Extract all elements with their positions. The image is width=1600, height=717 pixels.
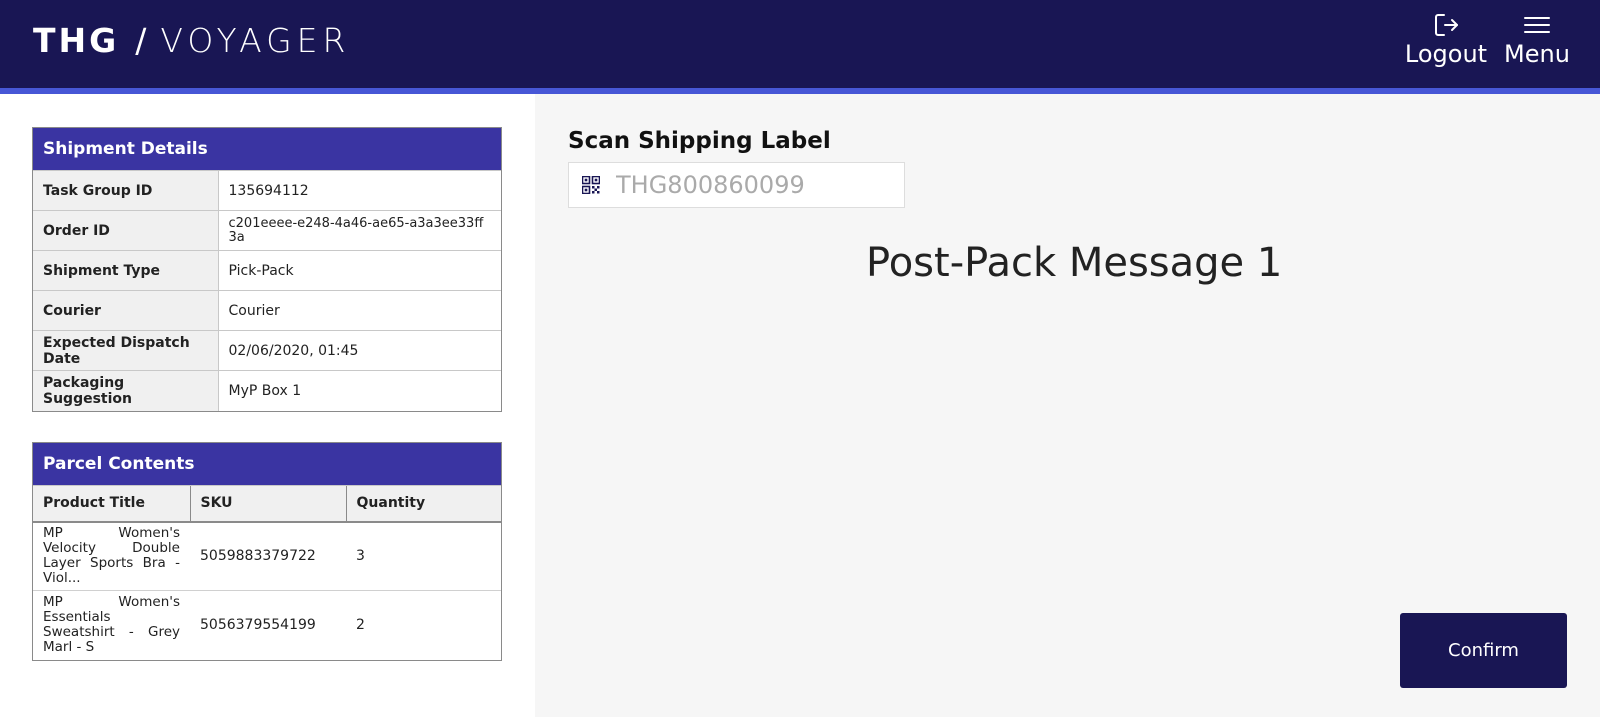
parcel-contents-table: Product Title SKU Quantity MP Women's Ve…: [33, 485, 501, 660]
logo-product: VOYAGER: [160, 20, 351, 60]
qr-code-icon: [582, 176, 600, 194]
product-title-cell: MP Women's Velocity Double Layer Sports …: [33, 521, 190, 591]
post-pack-message: Post-Pack Message 1: [866, 240, 1283, 286]
table-row: Order ID c201eeee-e248-4a46-ae65-a3a3ee3…: [33, 210, 501, 251]
detail-value: 02/06/2020, 01:45: [218, 330, 501, 371]
shipment-details-card: Shipment Details Task Group ID 135694112…: [32, 127, 502, 412]
column-header-sku: SKU: [189, 485, 346, 523]
product-title-cell: MP Women's Essentials Sweatshirt - Grey …: [33, 590, 190, 660]
sku-cell: 5056379554199: [190, 590, 346, 660]
logo-slash: /: [135, 20, 147, 60]
detail-label: Courier: [33, 290, 219, 331]
logo-brand: THG: [33, 20, 120, 60]
table-row: Courier Courier: [33, 290, 501, 331]
scan-shipping-label-field[interactable]: [568, 162, 905, 208]
confirm-button[interactable]: Confirm: [1400, 613, 1567, 688]
detail-label: Shipment Type: [33, 250, 219, 291]
table-row: Packaging Suggestion MyP Box 1: [33, 370, 501, 411]
detail-value: MyP Box 1: [218, 370, 501, 411]
logo: THG / VOYAGER: [33, 20, 350, 60]
scan-shipping-label-title: Scan Shipping Label: [568, 128, 831, 154]
detail-label: Order ID: [33, 210, 219, 251]
detail-value: c201eeee-e248-4a46-ae65-a3a3ee33ff3a: [218, 210, 501, 251]
top-bar: THG / VOYAGER Logout Menu: [0, 0, 1600, 88]
detail-label: Expected Dispatch Date: [33, 330, 219, 371]
column-header-product-title: Product Title: [33, 485, 190, 523]
menu-label: Menu: [1504, 40, 1570, 68]
table-row: Task Group ID 135694112: [33, 170, 501, 211]
table-row: MP Women's Velocity Double Layer Sports …: [33, 521, 501, 591]
table-row: Expected Dispatch Date 02/06/2020, 01:45: [33, 330, 501, 371]
sku-cell: 5059883379722: [190, 521, 346, 591]
menu-button[interactable]: Menu: [1504, 12, 1570, 74]
quantity-cell: 2: [346, 590, 501, 660]
parcel-contents-title: Parcel Contents: [33, 443, 501, 485]
detail-label: Packaging Suggestion: [33, 370, 219, 411]
table-row: Shipment Type Pick-Pack: [33, 250, 501, 291]
scan-shipping-label-input[interactable]: [616, 171, 886, 199]
logout-label: Logout: [1404, 40, 1488, 68]
column-header-quantity: Quantity: [345, 485, 501, 523]
detail-value: Pick-Pack: [218, 250, 501, 291]
hamburger-icon: [1524, 17, 1550, 33]
table-row: MP Women's Essentials Sweatshirt - Grey …: [33, 590, 501, 660]
quantity-cell: 3: [346, 521, 501, 591]
detail-value: Courier: [218, 290, 501, 331]
logout-icon: [1435, 14, 1458, 36]
detail-value: 135694112: [218, 170, 501, 211]
parcel-contents-card: Parcel Contents Product Title SKU Quanti…: [32, 442, 502, 661]
shipment-details-title: Shipment Details: [33, 128, 501, 170]
logout-button[interactable]: Logout: [1404, 12, 1488, 74]
detail-label: Task Group ID: [33, 170, 219, 211]
table-header-row: Product Title SKU Quantity: [33, 485, 501, 523]
shipment-details-table: Task Group ID 135694112 Order ID c201eee…: [33, 170, 501, 411]
